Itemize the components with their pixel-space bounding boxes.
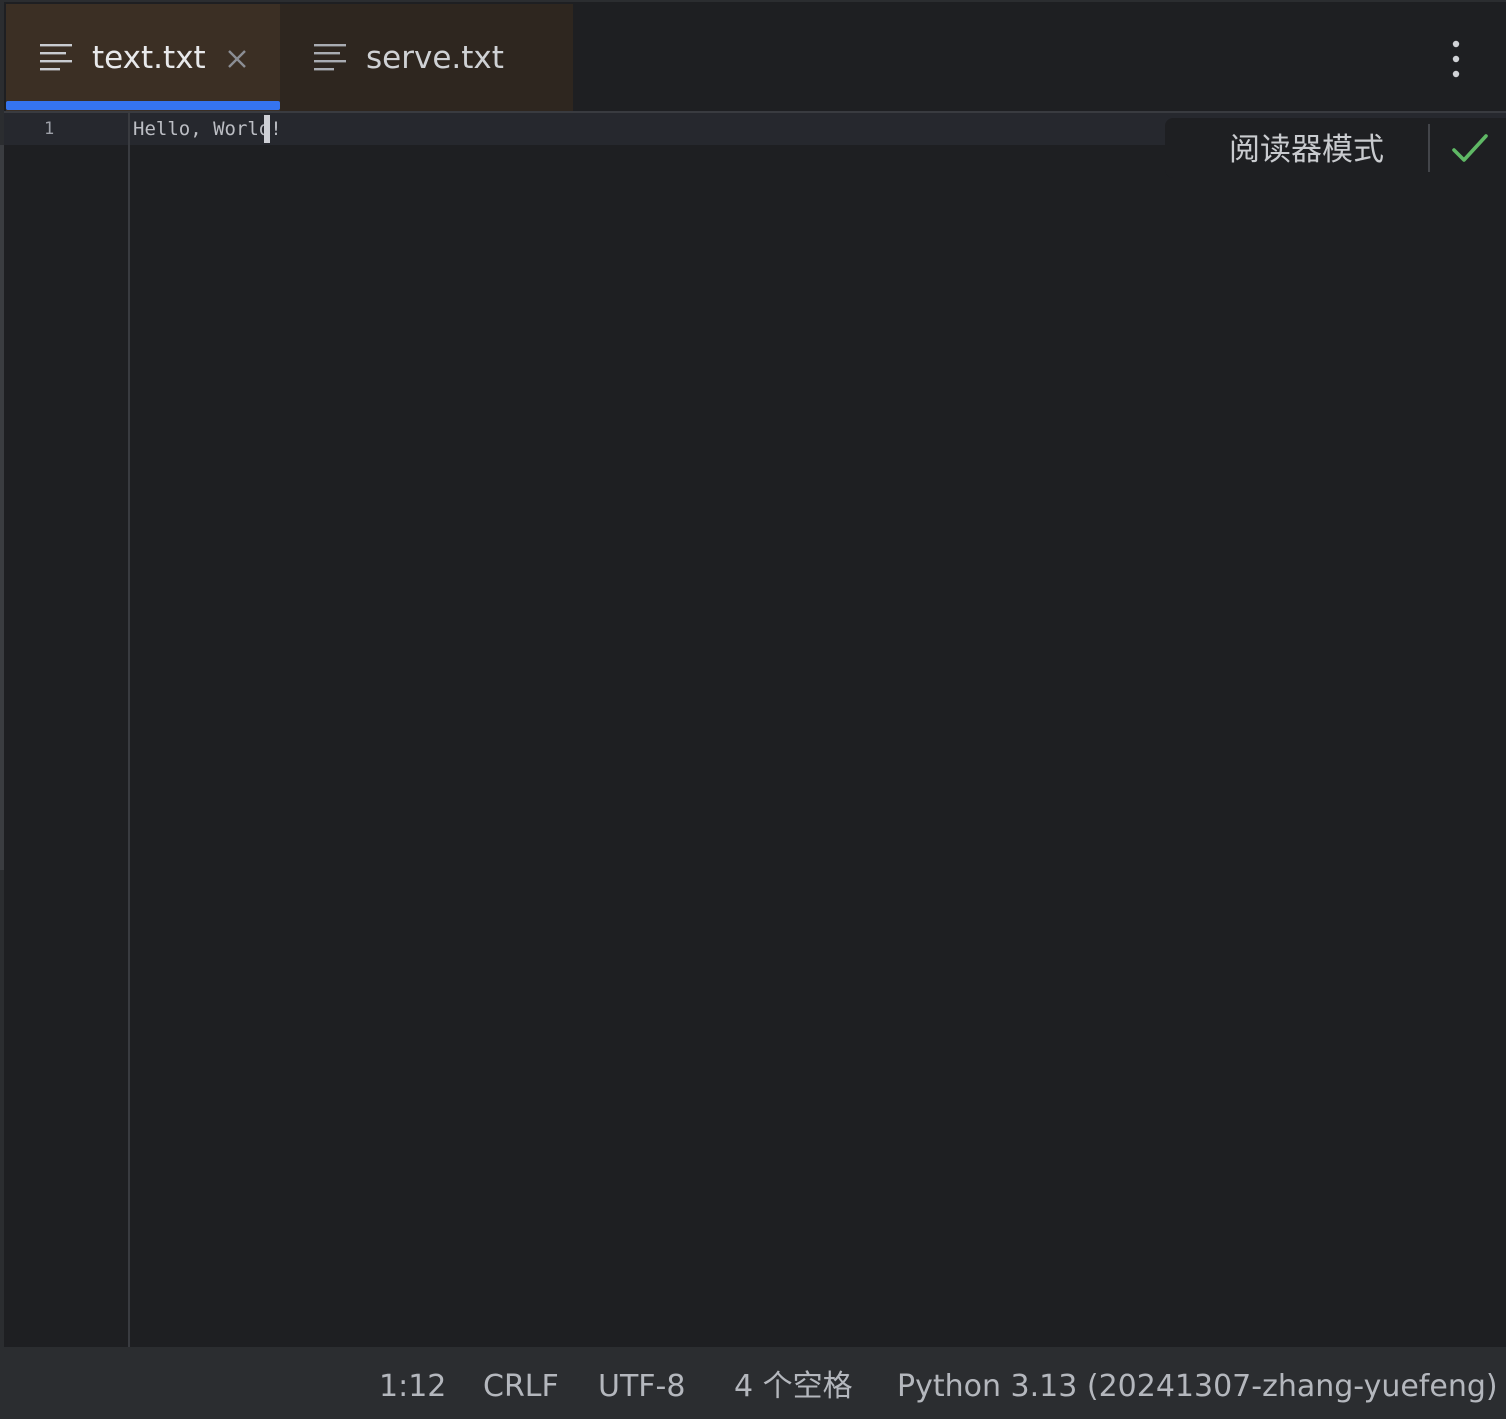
- tab-text-txt[interactable]: text.txt: [6, 4, 280, 111]
- indent-selector[interactable]: 4 个空格: [734, 1367, 853, 1407]
- close-icon[interactable]: [226, 48, 248, 70]
- active-tab-indicator: [6, 101, 280, 110]
- tab-label: text.txt: [92, 40, 206, 76]
- code-editor[interactable]: 1 Hello, World! 阅读器模式: [4, 113, 1506, 1347]
- tab-label: serve.txt: [366, 40, 504, 76]
- more-vertical-icon[interactable]: [1440, 38, 1472, 80]
- encoding-selector[interactable]: UTF-8: [598, 1367, 685, 1407]
- line-number: 1: [44, 119, 55, 139]
- gutter-divider: [128, 113, 130, 1347]
- line-ending-selector[interactable]: CRLF: [483, 1367, 559, 1407]
- text-caret: [264, 115, 270, 143]
- check-icon[interactable]: [1450, 132, 1490, 166]
- text-lines-icon: [314, 44, 346, 71]
- tab-serve-txt[interactable]: serve.txt: [280, 4, 573, 111]
- code-line[interactable]: Hello, World!: [133, 117, 282, 141]
- reader-separator: [1428, 124, 1430, 172]
- reader-mode-button[interactable]: 阅读器模式: [1229, 130, 1384, 170]
- text-lines-icon: [40, 44, 72, 71]
- cursor-position[interactable]: 1:12: [379, 1367, 446, 1407]
- reader-mode-bar: 阅读器模式: [1165, 118, 1506, 178]
- interpreter-selector[interactable]: Python 3.13 (20241307-zhang-yuefeng): [897, 1367, 1498, 1407]
- tab-bar: text.txt serve.txt: [4, 0, 1506, 111]
- editor-window: text.txt serve.txt 1 Hello, World! 阅读器模式…: [0, 0, 1506, 1419]
- status-bar: 1:12 CRLF UTF-8 4 个空格 Python 3.13 (20241…: [0, 1347, 1506, 1419]
